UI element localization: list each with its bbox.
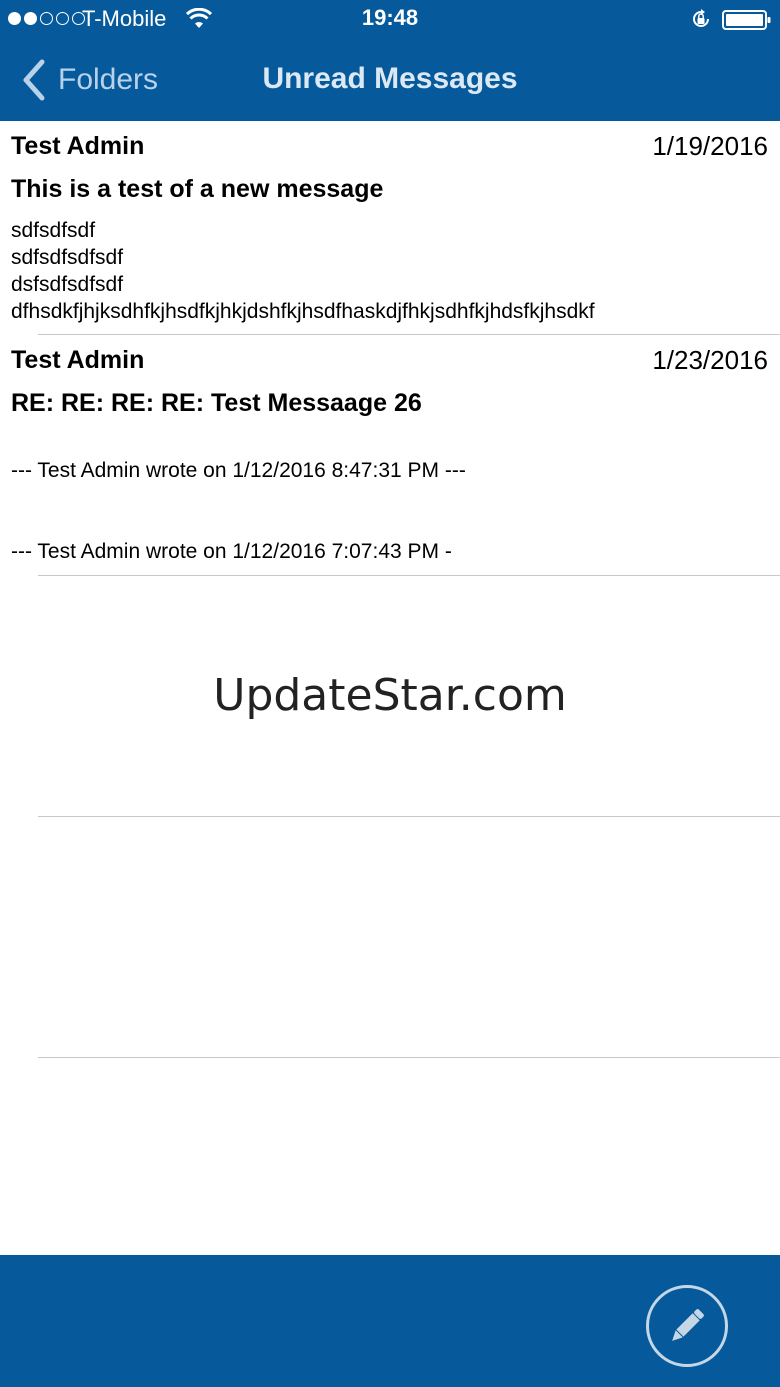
battery-icon bbox=[722, 10, 771, 30]
status-bar: T-Mobile 19:48 bbox=[0, 0, 780, 40]
message-preview-line: sdfsdfsdfsdf bbox=[11, 246, 124, 269]
message-preview-line: sdfsdfsdf bbox=[11, 219, 96, 242]
message-subject: RE: RE: RE: RE: Test Messaage 26 bbox=[11, 389, 422, 417]
message-date: 1/23/2016 bbox=[652, 345, 768, 375]
pencil-icon bbox=[672, 1309, 704, 1341]
message-preview-line: dfhsdkfjhjksdhfkjhsdfkjhkjdshfkjhsdfhask… bbox=[11, 300, 595, 323]
message-item[interactable]: Test Admin 1/19/2016 This is a test of a… bbox=[0, 121, 780, 334]
message-subject: This is a test of a new message bbox=[11, 175, 384, 203]
row-separator bbox=[38, 575, 780, 576]
top-bar: T-Mobile 19:48 Folders Unread Messages bbox=[0, 0, 780, 121]
message-sender: Test Admin bbox=[11, 346, 145, 374]
row-separator bbox=[38, 816, 780, 817]
compose-button[interactable] bbox=[646, 1285, 728, 1367]
orientation-lock-icon bbox=[693, 9, 709, 27]
watermark: UpdateStar.com bbox=[213, 670, 567, 721]
status-time: 19:48 bbox=[361, 5, 419, 30]
page-title: Unread Messages bbox=[262, 62, 518, 95]
navigation-bar: Folders Unread Messages bbox=[0, 40, 780, 121]
bottom-toolbar bbox=[0, 1255, 780, 1387]
message-preview-line: --- Test Admin wrote on 1/12/2016 8:47:3… bbox=[11, 459, 466, 482]
message-preview-line: dsfsdfsdfsdf bbox=[11, 273, 124, 296]
message-preview-line: --- Test Admin wrote on 1/12/2016 7:07:4… bbox=[11, 540, 452, 563]
message-date: 1/19/2016 bbox=[652, 131, 768, 161]
row-separator bbox=[38, 1057, 780, 1058]
message-sender: Test Admin bbox=[11, 132, 145, 160]
message-item[interactable]: Test Admin 1/23/2016 RE: RE: RE: RE: Tes… bbox=[0, 335, 780, 575]
